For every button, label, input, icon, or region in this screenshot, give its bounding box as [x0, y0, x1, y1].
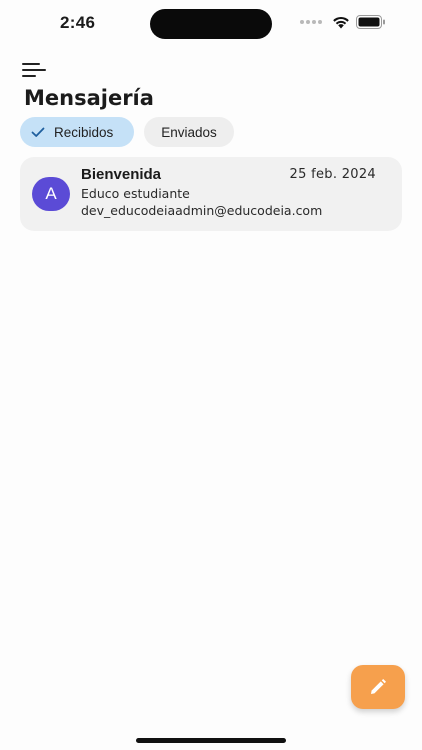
status-icons	[300, 15, 386, 29]
check-icon	[30, 124, 46, 140]
status-time: 2:46	[60, 13, 96, 32]
tab-enviados-label: Enviados	[161, 124, 217, 140]
tab-recibidos-label: Recibidos	[54, 124, 114, 140]
message-subject: Bienvenida	[81, 166, 162, 183]
compose-button[interactable]	[351, 665, 405, 709]
message-date: 25 feb. 2024	[289, 167, 376, 182]
battery-icon	[356, 15, 385, 29]
cellular-signal-icon	[300, 20, 322, 24]
avatar: A	[32, 177, 70, 211]
wifi-icon	[333, 16, 349, 28]
home-indicator	[136, 738, 286, 743]
edit-pencil-icon	[371, 679, 386, 694]
message-email: dev_educodeiaadmin@educodeia.com	[81, 203, 323, 218]
menu-button[interactable]	[22, 60, 50, 82]
message-sender: Educo estudiante	[81, 186, 190, 201]
menu-icon	[22, 63, 40, 65]
tab-recibidos[interactable]: Recibidos	[20, 117, 134, 147]
page-title: Mensajería	[24, 86, 154, 110]
message-tabs: Recibidos Enviados	[20, 117, 234, 147]
tab-enviados[interactable]: Enviados	[144, 117, 234, 147]
message-list-item[interactable]: A Bienvenida 25 feb. 2024 Educo estudian…	[20, 157, 402, 231]
dynamic-island	[150, 9, 272, 39]
status-bar: 2:46	[0, 0, 422, 48]
